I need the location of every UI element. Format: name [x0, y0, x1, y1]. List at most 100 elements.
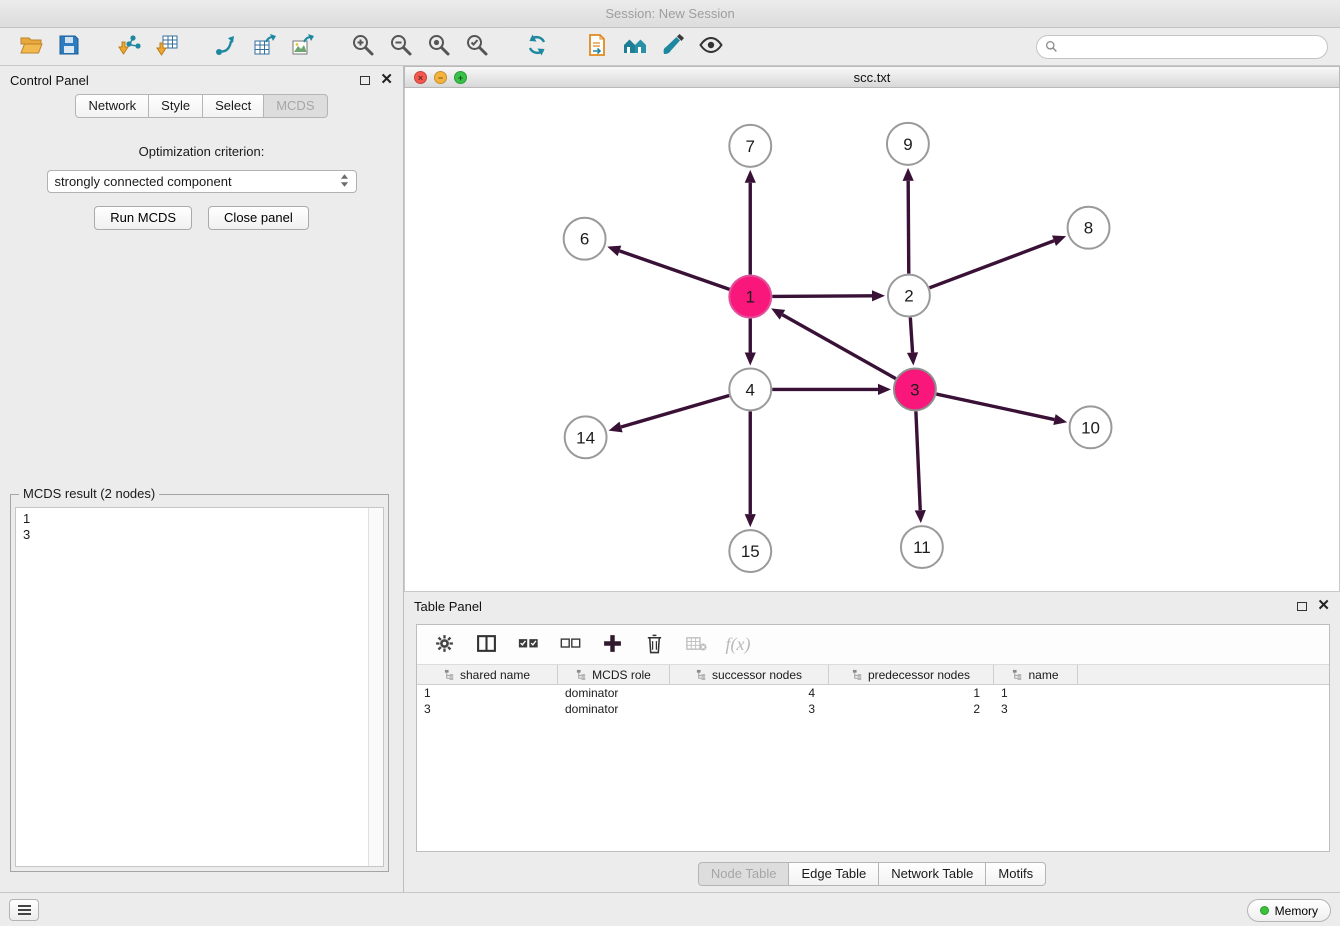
table-cell[interactable]: 3 [417, 702, 558, 716]
select-all-button[interactable] [511, 630, 545, 660]
tab-network-table[interactable]: Network Table [879, 862, 986, 886]
table-rows: 1dominator4113dominator323 [417, 685, 1329, 717]
control-panel: Control Panel ✕ Network Style Select MCD… [0, 66, 404, 892]
zoom-out-icon [388, 33, 414, 60]
table-row[interactable]: 3dominator323 [417, 701, 1329, 717]
tab-edge-table[interactable]: Edge Table [789, 862, 879, 886]
column-label: shared name [460, 668, 530, 682]
network-window-titlebar[interactable]: scc.txt × − + [404, 66, 1340, 88]
optimization-criterion-select[interactable]: strongly connected component [47, 170, 357, 193]
delete-column-button[interactable] [637, 630, 671, 660]
table-cell[interactable]: 1 [829, 686, 994, 700]
graph-node-label-4: 4 [746, 380, 755, 399]
result-scrollbar[interactable] [368, 508, 383, 866]
column-header-mcds-role[interactable]: MCDS role [558, 665, 670, 684]
zoom-selected-icon [464, 33, 490, 60]
table-cell[interactable]: dominator [558, 702, 670, 716]
refresh-button[interactable] [518, 32, 556, 62]
edge-2-9[interactable] [908, 181, 909, 274]
table-panel: Table Panel ✕ f(x) shared name MCDS role… [404, 592, 1340, 892]
optimization-criterion-value: strongly connected component [55, 174, 232, 189]
import-network-button[interactable] [110, 32, 148, 62]
graph-node-label-8: 8 [1084, 219, 1093, 238]
float-table-panel-icon[interactable] [1297, 602, 1307, 611]
zoom-fit-button[interactable] [420, 32, 458, 62]
float-panel-icon[interactable] [360, 76, 370, 85]
columns-button[interactable] [469, 630, 503, 660]
export-document-button[interactable] [578, 32, 616, 62]
tab-mcds[interactable]: MCDS [264, 94, 327, 118]
run-mcds-button[interactable]: Run MCDS [94, 206, 192, 230]
network-canvas[interactable]: 7968124314101511 [404, 88, 1340, 592]
edge-3-1[interactable] [782, 315, 895, 379]
control-panel-header: Control Panel ✕ [0, 66, 403, 94]
node-table-card: f(x) shared name MCDS role successor nod… [416, 624, 1330, 852]
tab-select[interactable]: Select [203, 94, 264, 118]
window-titlebar[interactable]: Session: New Session [0, 0, 1340, 28]
edge-3-10[interactable] [936, 394, 1054, 419]
arrowhead-1-2 [872, 290, 885, 301]
table-row[interactable]: 1dominator411 [417, 685, 1329, 701]
close-panel-icon[interactable]: ✕ [380, 75, 393, 85]
table-header-row: shared name MCDS role successor nodes pr… [417, 665, 1329, 685]
control-panel-tabs: Network Style Select MCDS [0, 94, 403, 118]
tab-style[interactable]: Style [149, 94, 203, 118]
search-box[interactable] [1036, 35, 1328, 59]
deselect-all-icon [560, 633, 581, 657]
export-table-button[interactable] [246, 32, 284, 62]
memory-button[interactable]: Memory [1247, 899, 1331, 922]
column-header-successor-nodes[interactable]: successor nodes [670, 665, 829, 684]
table-cell[interactable]: 1 [994, 686, 1078, 700]
table-cell[interactable]: 4 [670, 686, 829, 700]
graph-node-label-6: 6 [580, 230, 589, 249]
import-table-icon [154, 33, 180, 60]
table-cell[interactable]: 2 [829, 702, 994, 716]
graph-node-label-3: 3 [910, 380, 919, 399]
overview-button[interactable] [616, 32, 654, 62]
tab-node-table[interactable]: Node Table [698, 862, 790, 886]
zoom-in-button[interactable] [344, 32, 382, 62]
network-graph[interactable]: 7968124314101511 [405, 88, 1339, 591]
edge-2-8[interactable] [929, 241, 1054, 288]
tab-motifs[interactable]: Motifs [986, 862, 1046, 886]
edge-1-2[interactable] [772, 296, 872, 297]
close-window-button[interactable]: × [414, 71, 427, 84]
column-header-shared-name[interactable]: shared name [417, 665, 558, 684]
table-cell[interactable]: 1 [417, 686, 558, 700]
open-file-button[interactable] [12, 32, 50, 62]
edge-1-6[interactable] [619, 251, 729, 289]
edge-2-3[interactable] [910, 317, 912, 352]
task-history-button[interactable] [9, 899, 39, 921]
minimize-window-button[interactable]: − [434, 71, 447, 84]
zoom-out-button[interactable] [382, 32, 420, 62]
tab-network[interactable]: Network [75, 94, 149, 118]
column-header-name[interactable]: name [994, 665, 1078, 684]
add-column-button[interactable] [595, 630, 629, 660]
deselect-all-button[interactable] [553, 630, 587, 660]
share-network-button[interactable] [208, 32, 246, 62]
gear-icon [434, 633, 455, 657]
arrowhead-1-6 [607, 246, 621, 257]
search-input[interactable] [1064, 40, 1319, 54]
edge-4-14[interactable] [621, 396, 729, 427]
table-cell[interactable]: 3 [994, 702, 1078, 716]
export-document-icon [584, 33, 610, 60]
status-bar: Memory [0, 892, 1340, 926]
column-header-predecessor-nodes[interactable]: predecessor nodes [829, 665, 994, 684]
table-cell[interactable]: dominator [558, 686, 670, 700]
export-image-button[interactable] [284, 32, 322, 62]
zoom-window-button[interactable]: + [454, 71, 467, 84]
close-panel-button[interactable]: Close panel [208, 206, 309, 230]
table-cell[interactable]: 3 [670, 702, 829, 716]
close-table-panel-icon[interactable]: ✕ [1317, 601, 1330, 611]
toggle-details-button[interactable] [692, 32, 730, 62]
zoom-selected-button[interactable] [458, 32, 496, 62]
gear-button[interactable] [427, 630, 461, 660]
save-session-button[interactable] [50, 32, 88, 62]
mcds-result-list[interactable]: 1 3 [15, 507, 384, 867]
import-table-button[interactable] [148, 32, 186, 62]
paint-style-button[interactable] [654, 32, 692, 62]
edge-3-11[interactable] [916, 411, 920, 510]
add-column-icon [602, 633, 623, 657]
save-session-icon [56, 33, 82, 60]
